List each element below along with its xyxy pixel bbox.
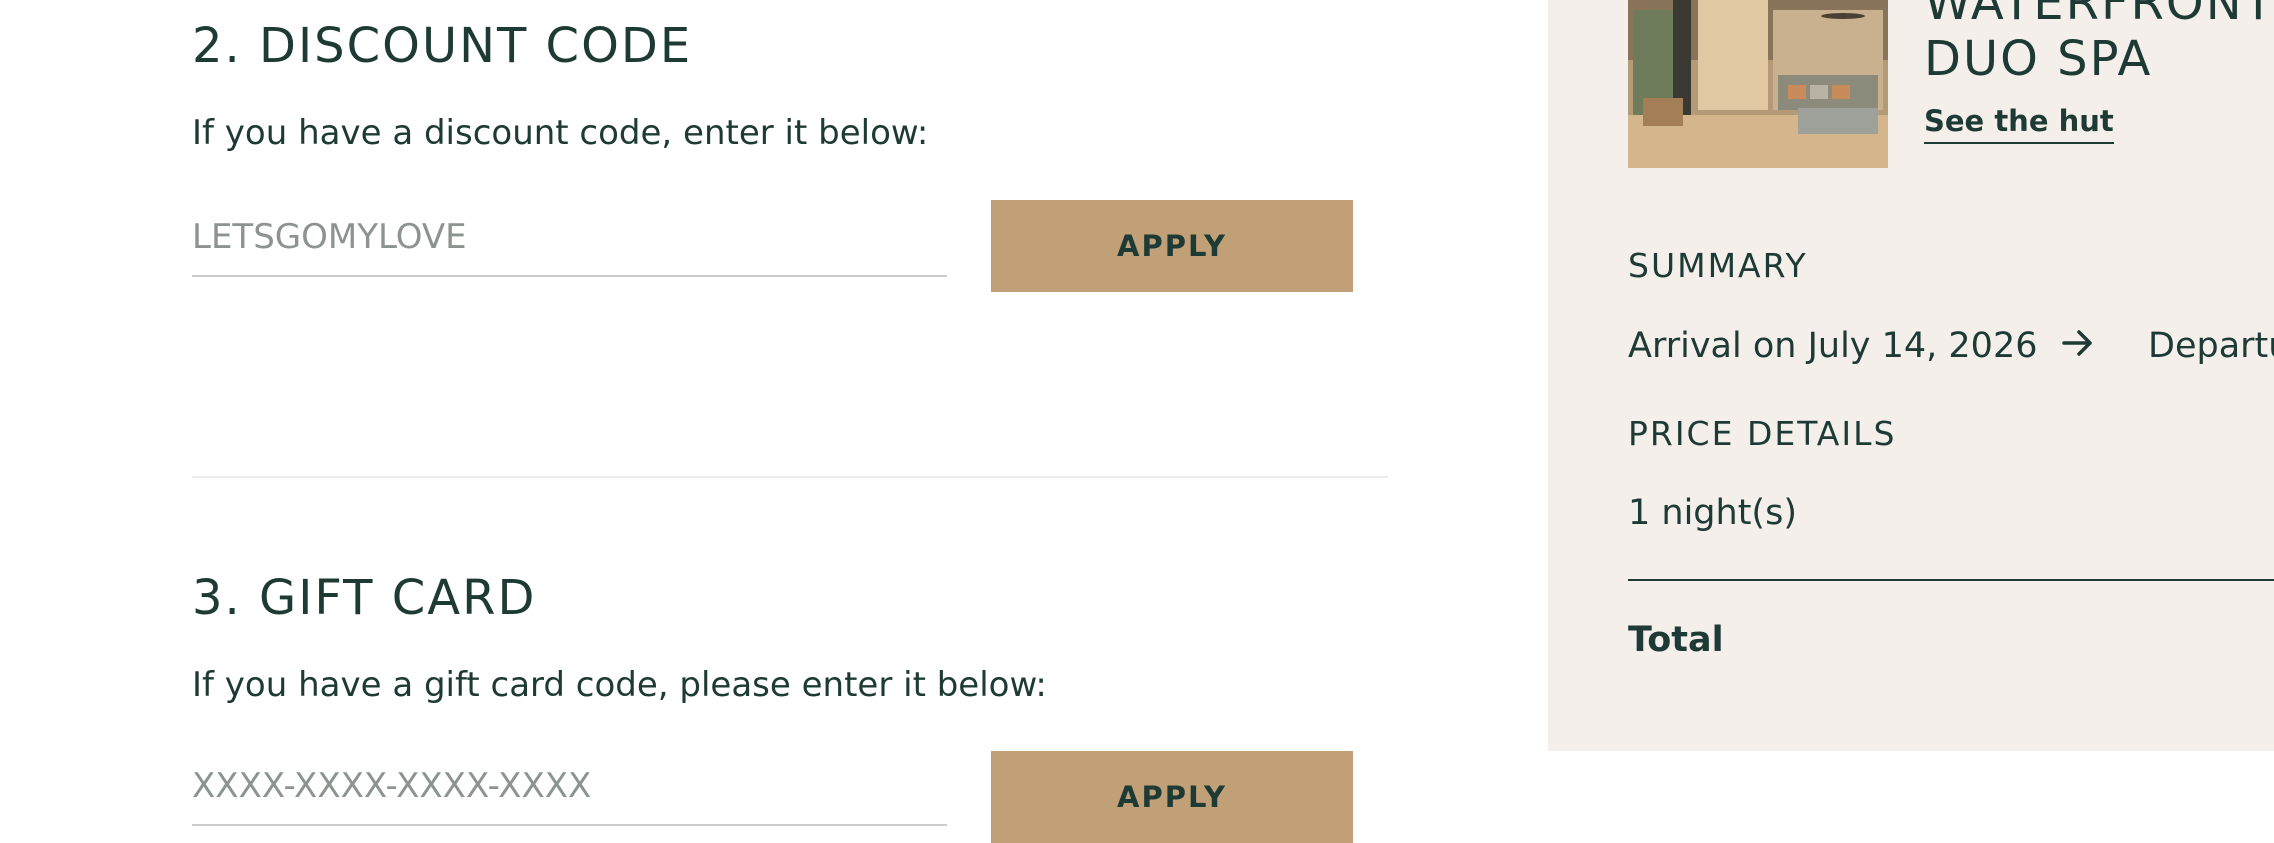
booking-summary-panel: WATERFRONT DUO SPA See the hut SUMMARY A… (1548, 0, 2274, 751)
gift-card-description: If you have a gift card code, please ent… (192, 665, 1047, 705)
apply-gift-card-button[interactable]: APPLY (991, 751, 1353, 843)
total-label: Total (1628, 620, 1724, 660)
hut-name-line-2: DUO SPA (1924, 31, 2153, 87)
checkout-form: 2. DISCOUNT CODE If you have a discount … (0, 0, 1548, 843)
price-details-heading: PRICE DETAILS (1628, 414, 1897, 453)
arrival-date: Arrival on July 14, 2026 (1628, 326, 2038, 366)
discount-code-input[interactable] (192, 199, 947, 277)
nights-count: 1 night(s) (1628, 493, 1797, 533)
summary-heading: SUMMARY (1628, 246, 1808, 285)
apply-discount-button[interactable]: APPLY (991, 200, 1353, 292)
hut-name: WATERFRONT DUO SPA (1924, 0, 2274, 87)
section-divider (192, 476, 1388, 478)
total-divider (1628, 579, 2274, 581)
discount-code-title: 2. DISCOUNT CODE (192, 18, 693, 74)
gift-card-title: 3. GIFT CARD (192, 570, 537, 626)
see-the-hut-link[interactable]: See the hut (1924, 104, 2114, 144)
departure-date: Departure (2148, 326, 2274, 366)
gift-card-input[interactable] (192, 748, 947, 826)
arrow-right-icon (2061, 326, 2095, 364)
discount-code-description: If you have a discount code, enter it be… (192, 113, 929, 153)
hut-thumbnail-image (1628, 0, 1888, 168)
hut-name-line-1: WATERFRONT (1924, 0, 2274, 31)
